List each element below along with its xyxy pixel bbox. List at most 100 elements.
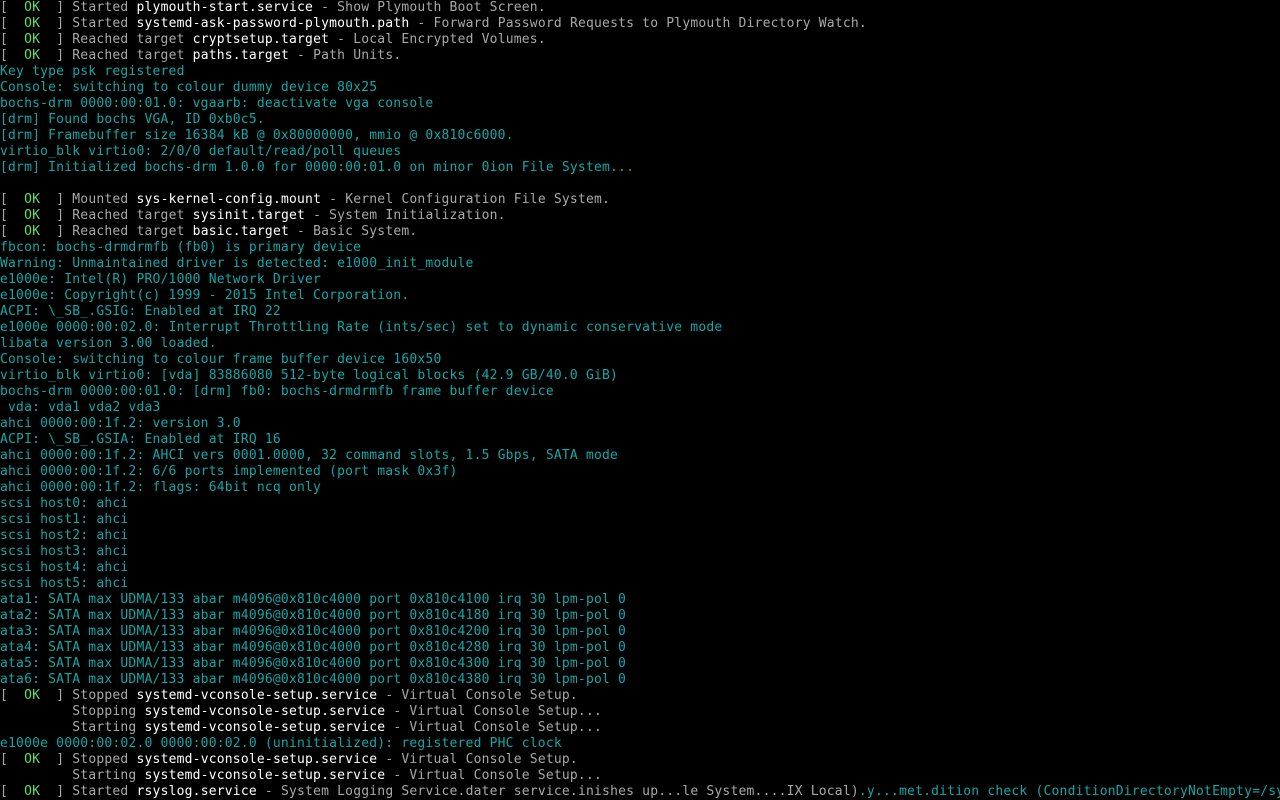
status-text: [ (0, 752, 25, 767)
status-text: - Kernel Configuration File System. (321, 192, 611, 207)
status-text: ] Reached target (40, 48, 193, 63)
kernel-message-line: scsi host4: ahci (0, 560, 129, 575)
status-text: [ (0, 16, 25, 31)
status-text: [ (0, 0, 25, 15)
kernel-message-line: ata3: SATA max UDMA/133 abar m4096@0x810… (0, 624, 627, 639)
status-text: [ (0, 208, 25, 223)
kernel-message-line: fbcon: bochs-drmdrmfb (fb0) is primary d… (0, 240, 362, 255)
kernel-message-line: [drm] Initialized bochs-drm 1.0.0 for 00… (0, 160, 635, 175)
status-text: [ (0, 224, 25, 239)
status-text: - Local Encrypted Volumes. (329, 32, 546, 47)
status-text: Starting (0, 768, 145, 783)
ok-status-badge: OK (24, 16, 41, 31)
systemd-status-line: [ OK ] Reached target sysinit.target - S… (0, 208, 1280, 224)
unit-name: cryptsetup.target (192, 32, 330, 47)
kernel-message-line: ata5: SATA max UDMA/133 abar m4096@0x810… (0, 656, 627, 671)
systemd-status-line: [ OK ] Stopped systemd-vconsole-setup.se… (0, 688, 1280, 704)
unit-name: systemd-vconsole-setup.service (136, 688, 378, 703)
systemd-status-line: [ OK ] Reached target basic.target - Bas… (0, 224, 1280, 240)
kernel-message-line: e1000e: Intel(R) PRO/1000 Network Driver (0, 272, 322, 287)
status-text: ] Stopped (40, 688, 137, 703)
unit-name: sys-kernel-config.mount (136, 192, 322, 207)
unit-name: paths.target (192, 48, 289, 63)
status-text: [ (0, 32, 25, 47)
unit-name: systemd-ask-password-plymouth.path (136, 16, 410, 31)
systemd-status-line: Starting systemd-vconsole-setup.service … (0, 720, 1280, 736)
unit-name: systemd-vconsole-setup.service (144, 704, 386, 719)
status-text: - Show Plymouth Boot Screen. (313, 0, 546, 15)
status-text: - Virtual Console Setup... (385, 720, 603, 735)
kernel-message-line: scsi host3: ahci (0, 544, 129, 559)
status-text: ] Started (40, 0, 137, 15)
boot-console: [ OK ] Started plymouth-start.service - … (0, 0, 1280, 800)
ok-status-badge: OK (24, 224, 41, 239)
kernel-message-line: ahci 0000:00:1f.2: version 3.0 (0, 416, 241, 431)
unit-name: basic.target (192, 224, 289, 239)
kernel-message-line: scsi host1: ahci (0, 512, 129, 527)
kernel-message-line: ACPI: \_SB_.GSIG: Enabled at IRQ 22 (0, 304, 281, 319)
kernel-message-line: libata version 3.00 loaded. (0, 336, 217, 351)
kernel-message-line: e1000e: Copyright(c) 1999 - 2015 Intel C… (0, 288, 410, 303)
status-text: [ (0, 784, 25, 799)
status-text: - Path Units. (289, 48, 402, 63)
status-text: - Virtual Console Setup. (377, 688, 578, 703)
ok-status-badge: OK (24, 192, 41, 207)
kernel-message-line: ahci 0000:00:1f.2: AHCI vers 0001.0000, … (0, 448, 619, 463)
status-text: ] Started (40, 16, 137, 31)
status-text: ] Reached target (40, 32, 193, 47)
systemd-status-line: [ OK ] Mounted sys-kernel-config.mount -… (0, 192, 1280, 208)
kernel-message-line: Warning: Unmaintained driver is detected… (0, 256, 474, 271)
kernel-message-line: ata6: SATA max UDMA/133 abar m4096@0x810… (0, 672, 627, 687)
status-text: ] Reached target (40, 208, 193, 223)
unit-name: systemd-vconsole-setup.service (136, 752, 378, 767)
status-text: - Virtual Console Setup... (385, 768, 603, 783)
systemd-status-line: Stopping systemd-vconsole-setup.service … (0, 704, 1280, 720)
status-text: - System Initialization. (305, 208, 506, 223)
systemd-status-line: [ OK ] Stopped systemd-vconsole-setup.se… (0, 752, 1280, 768)
kernel-message-line: e1000e 0000:00:02.0 0000:00:02.0 (uninit… (0, 736, 562, 751)
kernel-message-line: scsi host5: ahci (0, 576, 129, 591)
unit-name: systemd-vconsole-setup.service (144, 768, 386, 783)
unit-name: plymouth-start.service (136, 0, 314, 15)
unit-name: systemd-vconsole-setup.service (144, 720, 386, 735)
status-text: - Basic System. (289, 224, 418, 239)
unit-name: sysinit.target (192, 208, 306, 223)
kernel-message-line: ahci 0000:00:1f.2: flags: 64bit ncq only (0, 480, 322, 495)
systemd-status-line: [ OK ] Reached target paths.target - Pat… (0, 48, 1280, 64)
status-text: ] Reached target (40, 224, 193, 239)
systemd-status-line: [ OK ] Started systemd-ask-password-plym… (0, 16, 1280, 32)
kernel-message-line: [drm] Framebuffer size 16384 kB @ 0x8000… (0, 128, 514, 143)
ok-status-badge: OK (24, 688, 41, 703)
kernel-message-line: ata2: SATA max UDMA/133 abar m4096@0x810… (0, 608, 627, 623)
kernel-message-line: vda: vda1 vda2 vda3 (0, 400, 161, 415)
kernel-message-line: ata1: SATA max UDMA/133 abar m4096@0x810… (0, 592, 627, 607)
kernel-message-line: ata4: SATA max UDMA/133 abar m4096@0x810… (0, 640, 627, 655)
status-text: - Virtual Console Setup... (385, 704, 603, 719)
kernel-message-line: e1000e 0000:00:02.0: Interrupt Throttlin… (0, 320, 723, 335)
systemd-status-line: [ OK ] Started plymouth-start.service - … (0, 0, 1280, 16)
status-text: ] Stopped (40, 752, 137, 767)
status-text: - System Logging Service.dater service.i… (256, 784, 859, 799)
status-text: - Virtual Console Setup. (377, 752, 578, 767)
status-text: .y...met.dition check (ConditionDirector… (858, 784, 1280, 799)
kernel-message-line: bochs-drm 0000:00:01.0: [drm] fb0: bochs… (0, 384, 554, 399)
status-text: [ (0, 48, 25, 63)
kernel-message-line: virtio_blk virtio0: [vda] 83886080 512-b… (0, 368, 619, 383)
ok-status-badge: OK (24, 0, 41, 15)
kernel-message-line: bochs-drm 0000:00:01.0: vgaarb: deactiva… (0, 96, 434, 111)
status-text: ] Mounted (40, 192, 137, 207)
status-text: - Forward Password Requests to Plymouth … (409, 16, 867, 31)
systemd-status-line: Starting systemd-vconsole-setup.service … (0, 768, 1280, 784)
ok-status-badge: OK (24, 48, 41, 63)
ok-status-badge: OK (24, 784, 41, 799)
kernel-message-line: scsi host2: ahci (0, 528, 129, 543)
kernel-message-line: scsi host0: ahci (0, 496, 129, 511)
kernel-message-line: ACPI: \_SB_.GSIA: Enabled at IRQ 16 (0, 432, 281, 447)
status-text: Starting (0, 720, 145, 735)
systemd-status-line: [ OK ] Reached target cryptsetup.target … (0, 32, 1280, 48)
kernel-message-line: Console: switching to colour frame buffe… (0, 352, 442, 367)
ok-status-badge: OK (24, 208, 41, 223)
status-text: [ (0, 688, 25, 703)
status-text: ] Started (40, 784, 137, 799)
kernel-message-line: virtio_blk virtio0: 2/0/0 default/read/p… (0, 144, 402, 159)
